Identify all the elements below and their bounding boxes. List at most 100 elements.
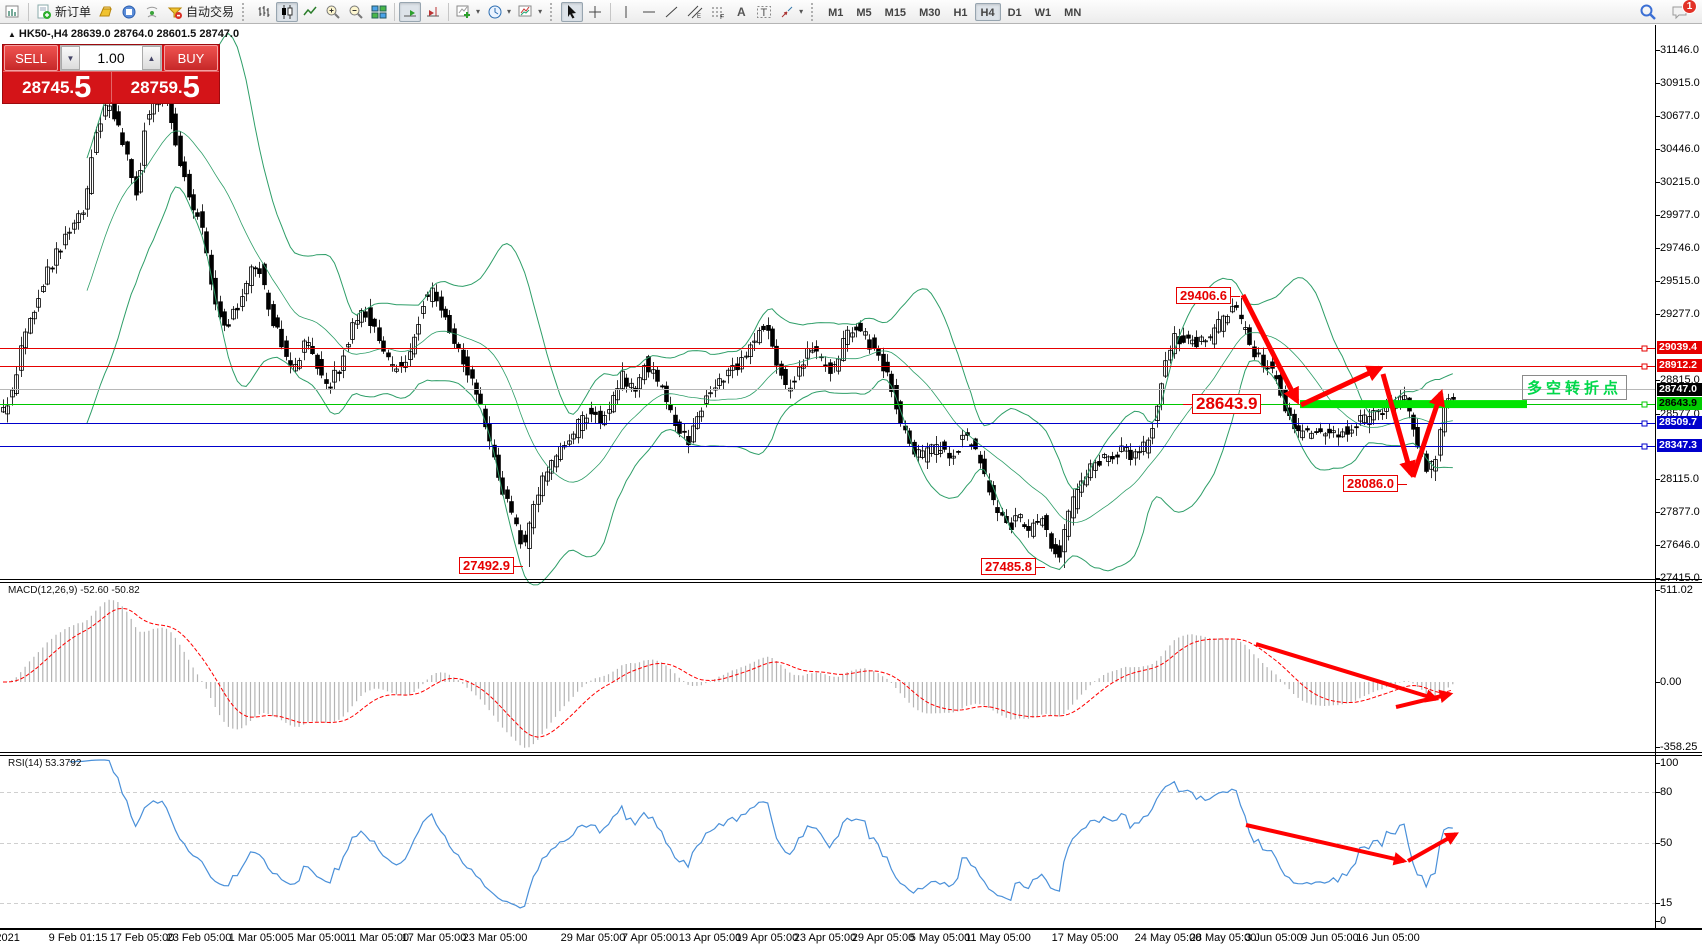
equidistant-channel-icon: E xyxy=(687,4,703,20)
price-tick-label: 30915.0 xyxy=(1660,77,1702,89)
date-tick-label: 23 Mar 05:00 xyxy=(463,932,528,944)
arrows-tool-button[interactable]: ▾ xyxy=(776,2,806,22)
text-label-icon: T xyxy=(756,4,772,20)
buy-button[interactable]: BUY xyxy=(164,45,218,71)
price-badge: 28509.7 xyxy=(1657,416,1702,429)
dropdown-arrow-icon: ▾ xyxy=(538,7,542,16)
autotrading-icon xyxy=(167,4,183,20)
sell-price[interactable]: 28745.5 xyxy=(3,71,112,102)
new-order-button[interactable]: 新订单 xyxy=(33,2,94,22)
zoom-out-button[interactable] xyxy=(345,2,367,22)
dropdown-arrow-icon: ▾ xyxy=(507,7,511,16)
timeframe-button-m1[interactable]: M1 xyxy=(822,3,849,21)
price-annotation[interactable]: 27485.8 xyxy=(981,558,1036,575)
channel-tool-button[interactable]: E xyxy=(684,2,706,22)
date-tick-label: 9 Feb 01:15 xyxy=(49,932,108,944)
timeframe-button-d1[interactable]: D1 xyxy=(1002,3,1028,21)
price-tick-label: 30446.0 xyxy=(1660,143,1702,155)
indicators-button[interactable]: ▾ xyxy=(453,2,483,22)
price-badge: 28347.3 xyxy=(1657,439,1702,452)
price-tick-label: 29277.0 xyxy=(1660,308,1702,320)
dropdown-arrow-icon: ▾ xyxy=(799,7,803,16)
indicator-tick-label: 80 xyxy=(1660,786,1702,798)
buy-price[interactable]: 28759.5 xyxy=(112,71,220,102)
search-icon xyxy=(1639,3,1657,21)
sell-button[interactable]: SELL xyxy=(4,45,58,71)
timeframe-button-mn[interactable]: MN xyxy=(1058,3,1087,21)
volume-decrease-button[interactable]: ▼ xyxy=(61,46,80,70)
new-chart-button[interactable] xyxy=(2,2,24,22)
collapse-icon[interactable]: ▲ xyxy=(8,30,16,39)
date-tick-label: 7 Apr 05:00 xyxy=(622,932,678,944)
toolbar-separator xyxy=(394,3,395,21)
cursor-tool-button[interactable] xyxy=(561,2,583,22)
market-watch-button[interactable] xyxy=(95,2,117,22)
price-badge: 28912.2 xyxy=(1657,359,1702,372)
volume-increase-button[interactable]: ▲ xyxy=(142,46,161,70)
candlestick-series xyxy=(2,86,1456,568)
price-badge: 29039.4 xyxy=(1657,341,1702,354)
auto-scroll-icon xyxy=(402,4,418,20)
zoom-in-button[interactable] xyxy=(322,2,344,22)
pivot-text-annotation[interactable]: 多空转折点 xyxy=(1522,375,1627,400)
signals-button[interactable] xyxy=(141,2,163,22)
chart-shift-icon xyxy=(425,4,441,20)
templates-button[interactable]: ▾ xyxy=(515,2,545,22)
rsi-label: RSI(14) 53.3792 xyxy=(8,758,81,769)
templates-icon xyxy=(518,4,534,20)
bar-chart-button[interactable] xyxy=(253,2,275,22)
tile-windows-button[interactable] xyxy=(368,2,390,22)
svg-text:E: E xyxy=(697,14,701,20)
timeframe-button-m30[interactable]: M30 xyxy=(913,3,946,21)
timeframe-button-m15[interactable]: M15 xyxy=(879,3,912,21)
date-tick-label: 23 Apr 05:00 xyxy=(794,932,856,944)
timeframe-button-m5[interactable]: M5 xyxy=(850,3,877,21)
line-chart-icon xyxy=(302,4,318,20)
crosshair-tool-button[interactable] xyxy=(584,2,606,22)
trendline-tool-button[interactable] xyxy=(661,2,683,22)
indicator-tick-label: 511.02 xyxy=(1660,584,1702,596)
price-annotation[interactable]: 29406.6 xyxy=(1176,287,1231,304)
date-tick-label: 29 Mar 05:00 xyxy=(561,932,626,944)
pivot-band xyxy=(1300,400,1527,408)
search-button[interactable] xyxy=(1636,2,1660,22)
date-tick-label: 11 May 05:00 xyxy=(965,932,1031,944)
buy-price-main: 28759. xyxy=(131,75,183,101)
toolbar-separator xyxy=(28,3,29,21)
label-tool-button[interactable]: T xyxy=(753,2,775,22)
data-window-button[interactable] xyxy=(118,2,140,22)
price-annotation[interactable]: 28086.0 xyxy=(1343,475,1398,492)
chart-canvas[interactable] xyxy=(0,0,1702,946)
date-tick-label: 3 Jun 05:00 xyxy=(1245,932,1303,944)
date-tick-label: 1 Feb 2021 xyxy=(0,932,20,944)
toolbar-grip xyxy=(550,3,556,21)
horizontal-line-tool-button[interactable] xyxy=(638,2,660,22)
indicator-tick-label: 15 xyxy=(1660,897,1702,909)
autotrading-button[interactable]: 自动交易 xyxy=(164,2,237,22)
timeframe-button-w1[interactable]: W1 xyxy=(1029,3,1058,21)
time-axis[interactable]: 1 Feb 20219 Feb 01:1517 Feb 05:0023 Feb … xyxy=(0,930,1702,946)
text-tool-button[interactable]: A xyxy=(730,2,752,22)
date-tick-label: 1 Mar 05:00 xyxy=(229,932,288,944)
date-tick-label: 23 Feb 05:00 xyxy=(167,932,232,944)
chart-shift-button[interactable] xyxy=(422,2,444,22)
text-a-icon: A xyxy=(733,4,749,20)
chart-title: ▲HK50-,H4 28639.0 28764.0 28601.5 28747.… xyxy=(8,28,239,40)
svg-text:A: A xyxy=(737,5,746,19)
candlestick-chart-button[interactable] xyxy=(276,2,298,22)
panel-borders xyxy=(0,25,1702,933)
volume-input[interactable] xyxy=(80,46,142,70)
vertical-line-tool-button[interactable] xyxy=(615,2,637,22)
notifications-button[interactable]: 1 xyxy=(1668,2,1692,22)
auto-scroll-button[interactable] xyxy=(399,2,421,22)
svg-text:T: T xyxy=(761,7,768,19)
periods-button[interactable]: ▾ xyxy=(484,2,514,22)
price-annotation[interactable]: 27492.9 xyxy=(459,557,514,574)
line-chart-button[interactable] xyxy=(299,2,321,22)
timeframe-button-h4[interactable]: H4 xyxy=(975,3,1001,21)
dropdown-arrow-icon: ▾ xyxy=(476,7,480,16)
fibonacci-tool-button[interactable]: F xyxy=(707,2,729,22)
price-annotation[interactable]: 28643.9 xyxy=(1192,394,1261,414)
timeframe-button-h1[interactable]: H1 xyxy=(947,3,973,21)
fibonacci-icon: F xyxy=(710,4,726,20)
